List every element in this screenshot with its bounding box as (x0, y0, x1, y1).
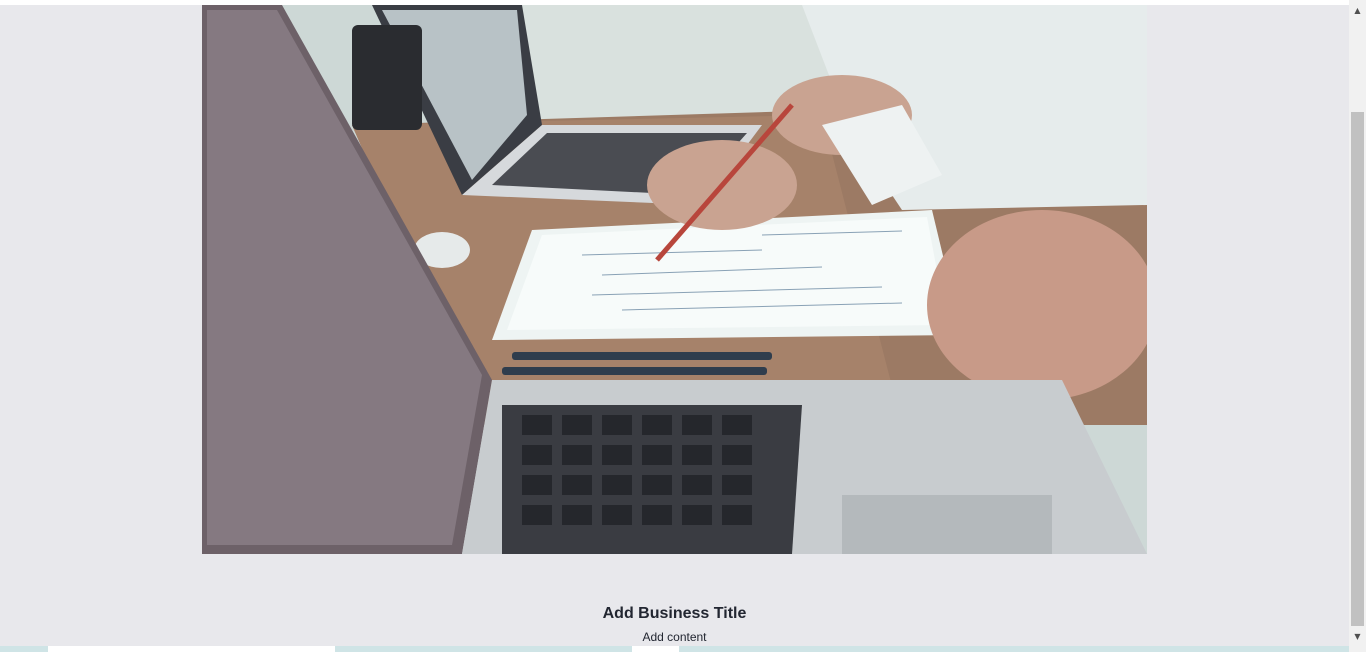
page: Add Business Title Add content (0, 0, 1349, 652)
footer-strip (0, 646, 1349, 652)
vertical-scrollbar[interactable]: ▲ ▼ (1349, 0, 1366, 652)
scrollbar-thumb[interactable] (1351, 112, 1364, 626)
scroll-up-arrow-icon[interactable]: ▲ (1349, 2, 1366, 19)
footer-white-block-left (48, 646, 335, 652)
hero-image (202, 5, 1147, 554)
scroll-down-arrow-icon[interactable]: ▼ (1349, 628, 1366, 645)
business-content: Add content (642, 630, 707, 644)
business-title: Add Business Title (602, 605, 747, 622)
hero-image-illustration (202, 5, 1147, 554)
footer-white-block-center (632, 646, 679, 652)
